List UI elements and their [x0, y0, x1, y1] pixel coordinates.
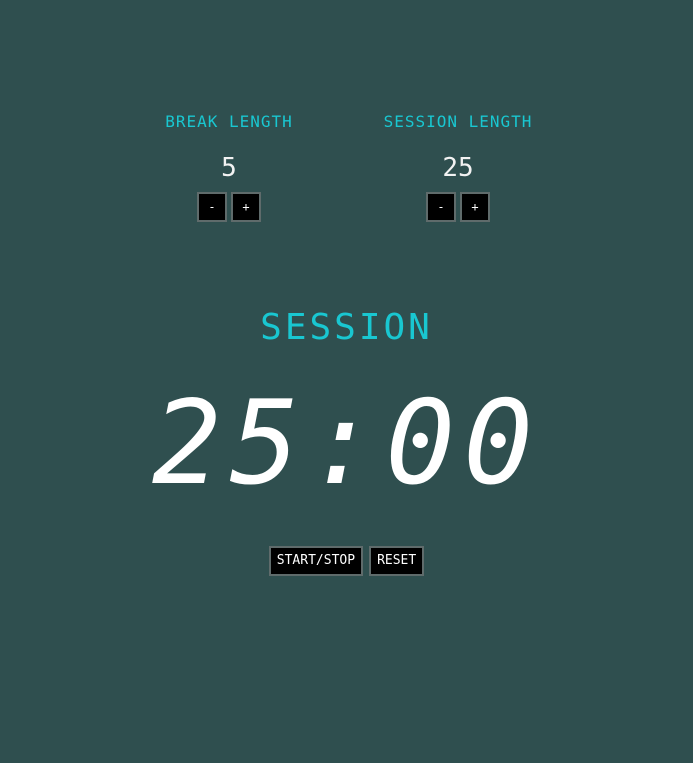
break-length-value: 5 — [221, 153, 237, 183]
break-length-controls: - + — [139, 192, 319, 222]
session-increment-button[interactable]: + — [460, 192, 490, 222]
break-increment-button[interactable]: + — [231, 192, 261, 222]
timer-label: Session — [260, 307, 433, 348]
session-length-value: 25 — [442, 153, 474, 183]
break-decrement-button[interactable]: - — [197, 192, 227, 222]
time-left-display: 25:00 — [151, 376, 542, 511]
reset-button[interactable]: RESET — [369, 546, 425, 576]
session-decrement-button[interactable]: - — [426, 192, 456, 222]
start-stop-button[interactable]: START/STOP — [268, 546, 364, 576]
session-length-label: Session Length — [383, 112, 533, 131]
break-length-label: Break Length — [165, 112, 293, 131]
break-length-panel: Break Length 5 - + — [139, 112, 319, 222]
pomodoro-app: Break Length 5 - + Session Length 25 - +… — [0, 0, 693, 763]
session-length-controls: - + — [368, 192, 548, 222]
timer-controls: START/STOP RESET — [0, 546, 693, 576]
session-length-panel: Session Length 25 - + — [368, 112, 548, 222]
